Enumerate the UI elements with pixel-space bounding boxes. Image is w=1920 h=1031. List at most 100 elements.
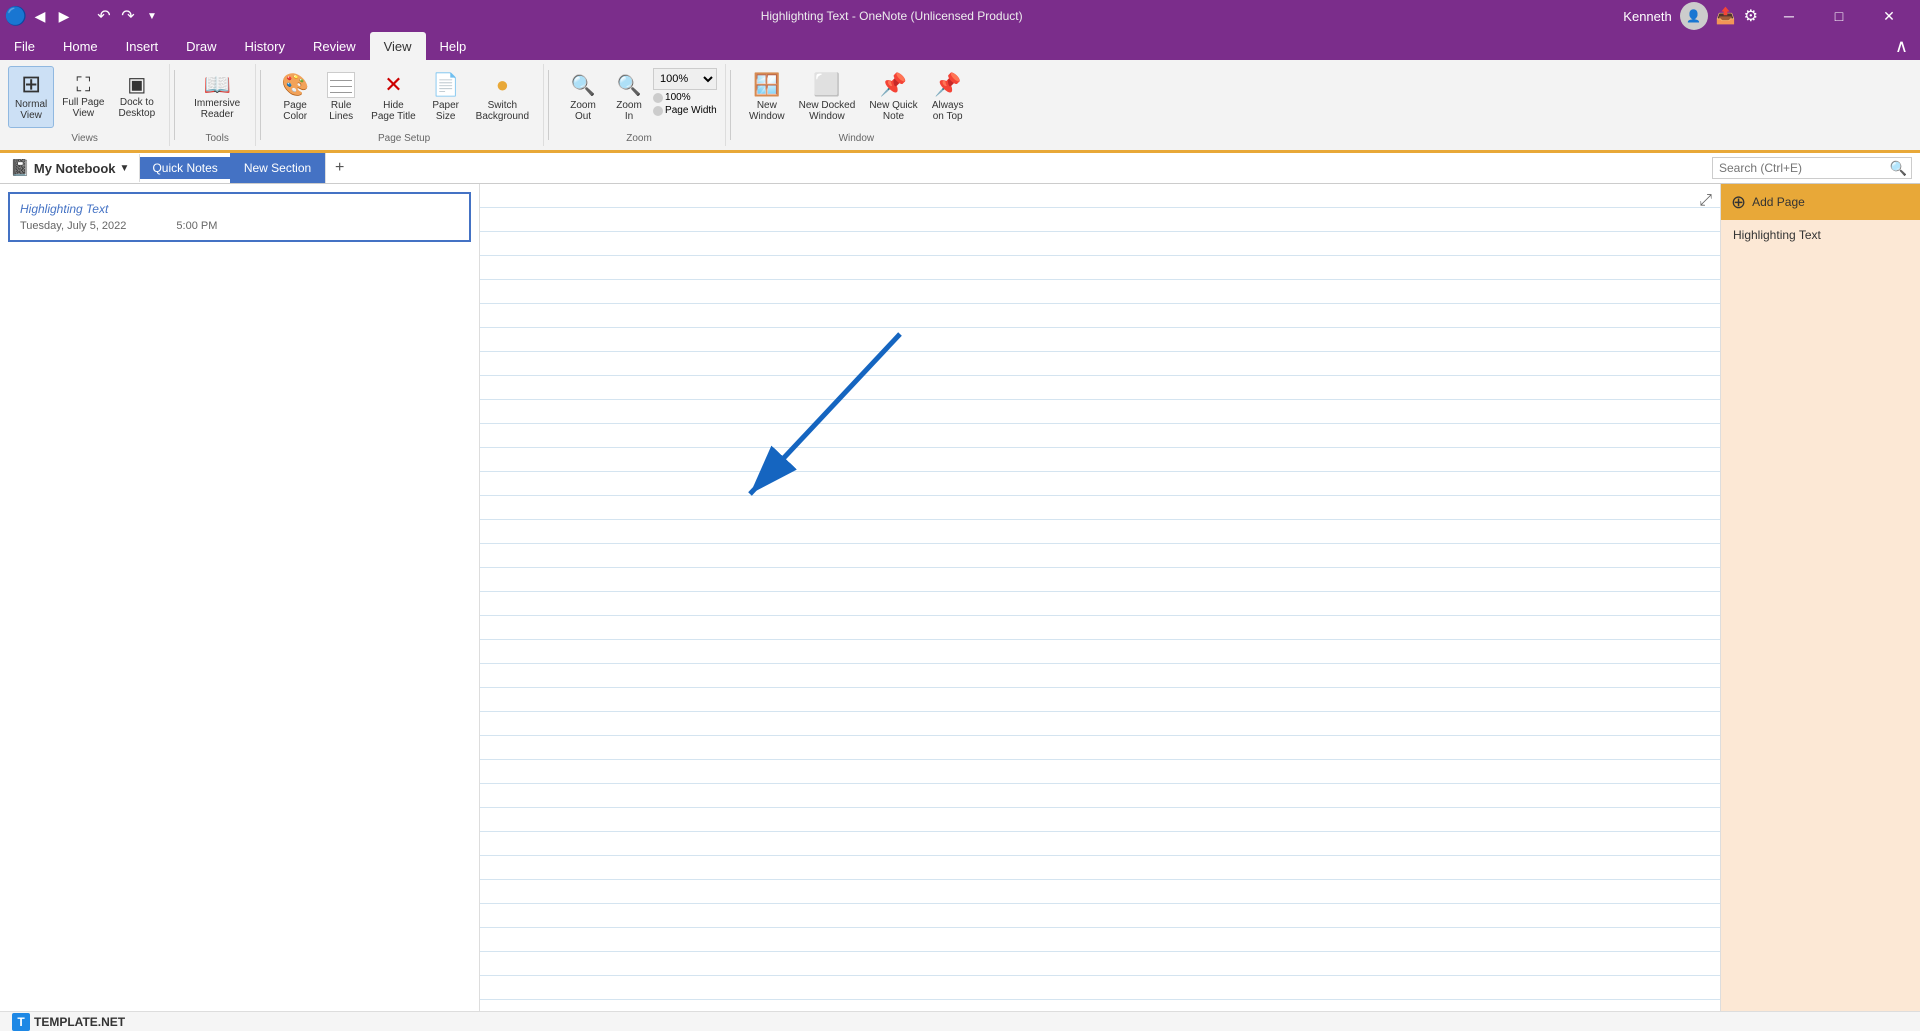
status-bar: T TEMPLATE.NET <box>0 1011 1920 1031</box>
share-icon[interactable]: 📤 <box>1716 6 1736 26</box>
hide-page-title-btn[interactable]: ✕ HidePage Title <box>365 66 421 128</box>
right-panel-page-item[interactable]: Highlighting Text <box>1721 220 1920 250</box>
page-list-panel: Highlighting Text Tuesday, July 5, 2022 … <box>0 184 480 1011</box>
new-section-label: New Section <box>244 161 311 175</box>
new-docked-window-btn[interactable]: ⬜ New DockedWindow <box>793 66 862 128</box>
add-page-icon: ⊕ <box>1731 192 1746 213</box>
ribbon-content: ⊞ NormalView ⛶ Full PageView ▣ Dock toDe… <box>0 60 1920 150</box>
add-page-label: Add Page <box>1752 195 1805 209</box>
expand-btn[interactable]: ⤢ <box>1699 192 1712 210</box>
tab-file[interactable]: File <box>0 32 49 60</box>
dock-label: Dock toDesktop <box>118 97 155 119</box>
tab-draw[interactable]: Draw <box>172 32 230 60</box>
page-item[interactable]: Highlighting Text Tuesday, July 5, 2022 … <box>8 192 471 242</box>
title-bar-right: Kenneth 👤 📤 ⚙ ─ □ ✕ <box>1623 0 1912 32</box>
tools-buttons: 📖 ImmersiveReader <box>187 66 247 131</box>
zoom-in-btn[interactable]: 🔍 ZoomIn <box>607 66 651 128</box>
zoom-out-btn[interactable]: 🔍 ZoomOut <box>561 66 605 128</box>
zoom-100-btn[interactable]: 100% <box>653 92 717 103</box>
close-btn[interactable]: ✕ <box>1866 0 1912 32</box>
page-meta: Tuesday, July 5, 2022 5:00 PM <box>20 220 459 232</box>
group-page-setup: 🎨 PageColor RuleLines ✕ HidePage Title 📄… <box>265 64 544 146</box>
new-docked-icon: ⬜ <box>813 72 840 98</box>
quick-notes-tab[interactable]: Quick Notes <box>140 157 229 179</box>
ruled-lines-bg <box>480 184 1720 1011</box>
minimize-btn[interactable]: ─ <box>1766 0 1812 32</box>
new-quick-note-btn[interactable]: 📌 New QuickNote <box>863 66 923 128</box>
immersive-reader-btn[interactable]: 📖 ImmersiveReader <box>187 66 247 128</box>
zoom-100-label: 100% <box>665 92 691 103</box>
new-section-tab[interactable]: New Section <box>230 153 325 183</box>
tab-review[interactable]: Review <box>299 32 370 60</box>
new-window-label: NewWindow <box>749 100 785 122</box>
search-box: 🔍 <box>1712 157 1912 179</box>
new-window-btn[interactable]: 🪟 NewWindow <box>743 66 791 128</box>
tab-home[interactable]: Home <box>49 32 112 60</box>
maximize-btn[interactable]: □ <box>1816 0 1862 32</box>
tab-insert[interactable]: Insert <box>112 32 173 60</box>
always-on-top-icon: 📌 <box>934 72 961 98</box>
new-docked-label: New DockedWindow <box>799 100 856 122</box>
page-width-icon <box>653 106 663 116</box>
window-group-label: Window <box>839 133 875 144</box>
notebook-dropdown-icon: ▼ <box>120 163 130 174</box>
page-color-btn[interactable]: 🎨 PageColor <box>273 66 317 128</box>
notebook-nav: 📓 My Notebook ▼ Quick Notes New Section … <box>0 150 1920 184</box>
app-title: Highlighting Text - OneNote (Unlicensed … <box>160 9 1623 23</box>
main-content: Highlighting Text Tuesday, July 5, 2022 … <box>0 184 1920 1011</box>
quick-access-more[interactable]: ▼ <box>144 8 160 24</box>
tab-view[interactable]: View <box>370 32 426 60</box>
page-width-btn[interactable]: Page Width <box>653 105 717 116</box>
undo-btn[interactable]: ↶ <box>96 8 112 24</box>
full-page-view-btn[interactable]: ⛶ Full PageView <box>56 66 110 128</box>
search-input[interactable] <box>1713 161 1886 175</box>
zoom-in-icon: 🔍 <box>617 73 642 98</box>
search-icon[interactable]: 🔍 <box>1886 160 1911 177</box>
paper-size-icon: 📄 <box>432 72 459 98</box>
forward-btn[interactable]: ▶ <box>56 8 72 24</box>
ribbon-tabs: File Home Insert Draw History Review Vie… <box>0 32 1920 60</box>
window-buttons: 🪟 NewWindow ⬜ New DockedWindow 📌 New Qui… <box>743 66 970 131</box>
logo-net: NET <box>101 1015 125 1029</box>
hide-page-title-label: HidePage Title <box>371 100 415 122</box>
new-quick-note-icon: 📌 <box>880 72 907 98</box>
switch-background-btn[interactable]: ● SwitchBackground <box>470 66 535 128</box>
zoom-100-icon <box>653 93 663 103</box>
normal-view-label: NormalView <box>15 99 47 121</box>
add-section-btn[interactable]: + <box>325 153 353 183</box>
views-group-label: Views <box>71 133 98 144</box>
template-logo: T TEMPLATE.NET <box>12 1013 125 1031</box>
redo-btn[interactable]: ↷ <box>120 8 136 24</box>
tools-group-label: Tools <box>205 133 228 144</box>
tab-help[interactable]: Help <box>426 32 481 60</box>
note-area: ⤢ <box>480 184 1720 1011</box>
zoom-buttons: 🔍 ZoomOut 🔍 ZoomIn 100% 75% 150% 100% <box>561 66 717 131</box>
normal-view-btn[interactable]: ⊞ NormalView <box>8 66 54 128</box>
zoom-select[interactable]: 100% 75% 150% <box>653 68 717 90</box>
page-color-label: PageColor <box>283 100 307 122</box>
settings-icon[interactable]: ⚙ <box>1744 6 1758 26</box>
logo-template: TEMPLATE <box>34 1015 98 1029</box>
ribbon-collapse[interactable]: ∧ <box>1883 36 1920 57</box>
title-bar: 🔵 ◀ ▶ ↶ ↷ ▼ Highlighting Text - OneNote … <box>0 0 1920 32</box>
dock-to-desktop-btn[interactable]: ▣ Dock toDesktop <box>112 66 161 128</box>
right-panel-page-title: Highlighting Text <box>1733 228 1821 242</box>
paper-size-btn[interactable]: 📄 PaperSize <box>424 66 468 128</box>
onenote-icon: 🔵 <box>8 8 24 24</box>
tab-history[interactable]: History <box>231 32 299 60</box>
always-on-top-btn[interactable]: 📌 Alwayson Top <box>926 66 970 128</box>
page-color-icon: 🎨 <box>281 72 308 98</box>
rule-lines-btn[interactable]: RuleLines <box>319 66 363 128</box>
back-btn[interactable]: ◀ <box>32 8 48 24</box>
zoom-out-icon: 🔍 <box>571 73 596 98</box>
group-window: 🪟 NewWindow ⬜ New DockedWindow 📌 New Qui… <box>735 64 978 146</box>
notebook-name-btn[interactable]: 📓 My Notebook ▼ <box>0 154 140 182</box>
page-title: Highlighting Text <box>20 202 459 216</box>
group-zoom: 🔍 ZoomOut 🔍 ZoomIn 100% 75% 150% 100% <box>553 64 726 146</box>
page-width-label: Page Width <box>665 105 717 116</box>
add-page-btn[interactable]: ⊕ Add Page <box>1721 184 1920 220</box>
hide-page-title-icon: ✕ <box>384 72 402 98</box>
right-panel: ⊕ Add Page Highlighting Text <box>1720 184 1920 1011</box>
full-page-label: Full PageView <box>62 97 104 119</box>
page-setup-group-label: Page Setup <box>378 133 430 144</box>
